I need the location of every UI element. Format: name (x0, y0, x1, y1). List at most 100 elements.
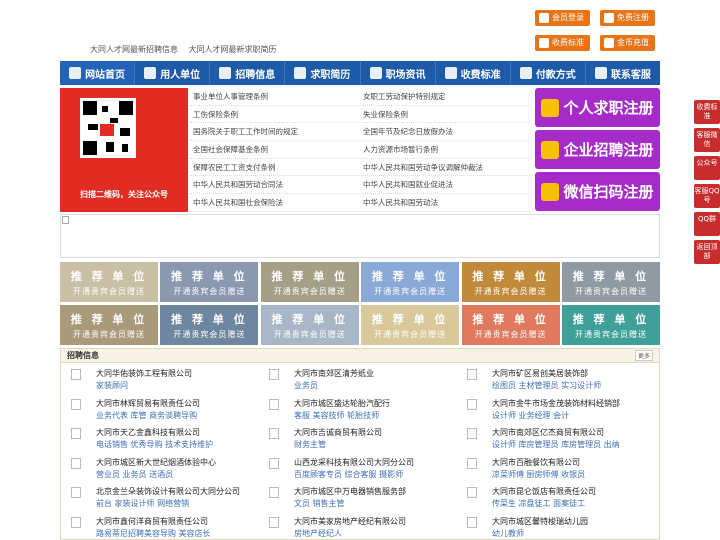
nav-jobs[interactable]: 招聘信息 (210, 61, 286, 85)
recommended-company-tile[interactable]: 推 荐 单 位开通贵宾会员赠送 (60, 262, 158, 302)
policy-link[interactable]: 全国年节及纪念日放假办法 (360, 126, 530, 137)
positions-link[interactable]: 营业员 业务员 送酒员 (96, 469, 173, 480)
positions-link[interactable]: 财务主管 (294, 439, 326, 450)
employer-register-button[interactable]: 企业招聘注册 (535, 130, 660, 169)
positions-link[interactable]: 凉菜师傅 厨房师傅 收银员 (492, 469, 585, 480)
wallet-icon (519, 67, 532, 79)
job-item: 大同市百融餐饮有限公司 凉菜师傅 厨房师傅 收银员 (462, 454, 652, 482)
company-link[interactable]: 大同市天乙金鑫科技有限公司 (96, 427, 200, 438)
company-link[interactable]: 山西龙采科技有限公司大同分公司 (294, 457, 414, 468)
nav-pricing[interactable]: 收费标准 (436, 61, 511, 85)
main-nav: 网站首页 用人单位 招聘信息 求职简历 职场资讯 收费标准 付款方式 联系客服 (60, 61, 660, 85)
job-item: 大同市城区盛达轮胎汽配行 客服 美容技师 轮胎技师 (264, 395, 454, 423)
policy-link[interactable]: 中华人民共和国劳动争议调解仲裁法 (360, 162, 530, 173)
company-link[interactable]: 大同市城区盛达轮胎汽配行 (294, 398, 390, 409)
company-link[interactable]: 大同市吉诚商贸有限公司 (294, 427, 382, 438)
policy-link[interactable]: 全国社会保障基金条例 (190, 144, 360, 155)
ad-banner[interactable] (60, 214, 660, 258)
company-link[interactable]: 大同市城区馨特梭瑞幼儿园 (492, 516, 588, 527)
jobs-list: 大同华佑装饰工程有限公司 家装顾问 大同市南郊区清芳纸业 业务员 大同市矿区易创美居装饰… (61, 363, 659, 540)
positions-link[interactable]: 业务员 (294, 380, 318, 391)
company-link[interactable]: 大同市百融餐饮有限公司 (492, 457, 580, 468)
policy-link[interactable]: 失业保险条例 (360, 109, 530, 120)
side-button[interactable]: 客服微信 (694, 128, 720, 152)
nav-employers[interactable]: 用人单位 (135, 61, 211, 85)
positions-link[interactable]: 前台 家装设计师 网络营销 (96, 498, 189, 509)
company-link[interactable]: 大同市鑫何洋商贸有限责任公司 (96, 516, 208, 527)
company-icon (541, 140, 560, 159)
more-link[interactable]: 更多 (634, 350, 653, 361)
recommended-company-tile[interactable]: 推 荐 单 位开通贵宾会员赠送 (361, 305, 460, 345)
job-item: 大同市昆仑饭店有限责任公司 传菜生 凉盘徒工 面案徒工 (462, 483, 652, 511)
recommended-company-tile[interactable]: 推 荐 单 位开通贵宾会员赠送 (461, 262, 560, 302)
policy-link[interactable]: 工伤保险条例 (190, 109, 360, 120)
job-item: 大同市城区新大世纪烟酒体验中心 营业员 业务员 送酒员 (66, 454, 256, 482)
latest-resumes-link[interactable]: 大同人才网最新求职简历 (189, 45, 277, 54)
company-link[interactable]: 大同华佑装饰工程有限公司 (96, 368, 192, 379)
nav-resumes[interactable]: 求职简历 (285, 61, 361, 85)
positions-link[interactable]: 百度顾客专员 综合客服 摄影师 (294, 469, 403, 480)
company-link[interactable]: 大同市南郊区亿杰商贸有限公司 (492, 427, 604, 438)
company-link[interactable]: 大同市昆仑饭店有限责任公司 (492, 486, 596, 497)
pricing-button[interactable]: 收费标准 (535, 35, 590, 51)
tile-subtitle: 开通贵宾会员赠送 (374, 329, 447, 339)
side-button[interactable]: 公众号 (694, 156, 720, 180)
policy-link[interactable]: 中华人民共和国社会保险法 (190, 197, 360, 208)
positions-link[interactable]: 设计师 库房管理员 库房管理员 出纳 (492, 439, 620, 450)
side-button[interactable]: 返回顶部 (694, 240, 720, 264)
company-link[interactable]: 大同市金牛市场金茂装饰材料经销部 (492, 398, 620, 409)
company-logo-icon (71, 369, 81, 380)
recommended-company-tile[interactable]: 推 荐 单 位开通贵宾会员赠送 (361, 262, 460, 302)
positions-link[interactable]: 幼儿教师 (492, 528, 524, 539)
nav-contact[interactable]: 联系客服 (586, 61, 660, 85)
wechat-register-button[interactable]: 微信扫码注册 (535, 172, 660, 211)
company-link[interactable]: 大同市城区中万电器销售服务部 (294, 486, 406, 497)
side-button[interactable]: 客服QQ号 (694, 184, 720, 208)
recommended-company-tile[interactable]: 推 荐 单 位开通贵宾会员赠送 (260, 305, 359, 345)
nav-payment[interactable]: 付款方式 (511, 61, 586, 85)
policy-link[interactable]: 中华人民共和国劳动法 (360, 197, 530, 208)
recommended-company-tile[interactable]: 推 荐 单 位开通贵宾会员赠送 (561, 262, 660, 302)
login-button[interactable]: 会员登录 (535, 10, 590, 26)
tile-title: 推 荐 单 位 (472, 312, 549, 326)
policy-link[interactable]: 女职工劳动保护特别规定 (360, 91, 530, 102)
company-link[interactable]: 大同市城区新大世纪烟酒体验中心 (96, 457, 216, 468)
positions-link[interactable]: 文员 销售主管 (294, 498, 345, 509)
side-button[interactable]: QQ群 (694, 212, 720, 236)
policy-link[interactable]: 中华人民共和国就业促进法 (360, 179, 530, 190)
company-link[interactable]: 大同市矿区易创美居装饰部 (492, 368, 588, 379)
policy-link[interactable]: 国务院关于职工工作时间的规定 (190, 126, 360, 137)
positions-link[interactable]: 传菜生 凉盘徒工 面案徒工 (492, 498, 585, 509)
company-link[interactable]: 大同市林辉贸易有限责任公司 (96, 398, 200, 409)
policy-link[interactable]: 保障农民工工资支付条例 (190, 162, 360, 173)
policy-link[interactable]: 人力资源市场暂行条例 (360, 144, 530, 155)
positions-link[interactable]: 设计师 业务经理 会计 (492, 410, 569, 421)
policy-link[interactable]: 中华人民共和国劳动合同法 (190, 179, 360, 190)
recommended-company-tile[interactable]: 推 荐 单 位开通贵宾会员赠送 (561, 305, 660, 345)
side-button[interactable]: 收费标准 (694, 100, 720, 124)
company-link[interactable]: 大同市美家房地产经纪有限公司 (294, 516, 406, 527)
nav-news[interactable]: 职场资讯 (361, 61, 436, 85)
recommended-company-tile[interactable]: 推 荐 单 位开通贵宾会员赠送 (160, 262, 259, 302)
latest-jobs-link[interactable]: 大同人才网最新招聘信息 (90, 45, 178, 54)
recommended-company-tile[interactable]: 推 荐 单 位开通贵宾会员赠送 (160, 305, 259, 345)
nav-home[interactable]: 网站首页 (60, 61, 136, 85)
company-link[interactable]: 大同市南郊区清芳纸业 (294, 368, 374, 379)
recommended-company-tile[interactable]: 推 荐 单 位开通贵宾会员赠送 (260, 262, 359, 302)
positions-link[interactable]: 路易蒂尼招聘美容导购 美容店长 (96, 528, 211, 539)
positions-link[interactable]: 业务代表 库管 商务谈聘导购 (96, 410, 197, 421)
job-seeker-register-button[interactable]: 个人求职注册 (535, 88, 660, 127)
recommended-company-tile[interactable]: 推 荐 单 位开通贵宾会员赠送 (461, 305, 560, 345)
positions-link[interactable]: 客服 美容技师 轮胎技师 (294, 410, 379, 421)
positions-link[interactable]: 家装顾问 (96, 380, 128, 391)
positions-link[interactable]: 房地产经纪人 (294, 528, 342, 539)
positions-link[interactable]: 电话销售 优秀导购 技术支持维护 (96, 439, 213, 450)
recommended-company-tile[interactable]: 推 荐 单 位开通贵宾会员赠送 (60, 305, 158, 345)
positions-link[interactable]: 绘图员 主材管理员 实习设计师 (492, 380, 601, 391)
policy-link[interactable]: 事业单位人事管理条例 (190, 91, 360, 102)
policy-row: 中华人民共和国社会保险法 中华人民共和国劳动法 (190, 194, 530, 212)
recharge-button[interactable]: 金币充值 (600, 35, 655, 51)
company-link[interactable]: 北京金兰朵装饰设计有限公司大同分公司 (96, 486, 240, 497)
register-button[interactable]: 免费注册 (600, 10, 655, 26)
qr-code-image (80, 98, 136, 158)
